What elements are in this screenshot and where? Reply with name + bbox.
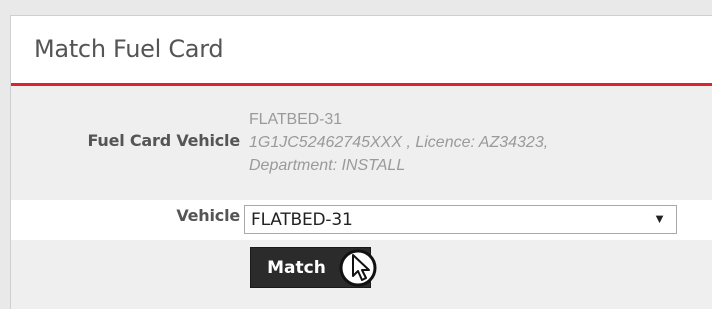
chevron-down-icon: ▼ [653,211,666,226]
fuel-card-vehicle-detail-1: 1G1JC52462745XXX , Licence: AZ34323, [249,134,549,151]
fuel-card-vehicle-name: FLATBED-31 [249,111,342,128]
fuel-card-vehicle-detail-2: Department: INSTALL [249,157,406,174]
fuel-card-vehicle-value: FLATBED-31 1G1JC52462745XXX , Licence: A… [249,108,548,177]
panel-header: Match Fuel Card [11,16,712,86]
match-button[interactable]: Match [250,247,371,288]
match-button-label: Match [267,257,326,278]
vehicle-select[interactable]: FLATBED-31 ▼ [244,205,677,234]
vehicle-label: Vehicle [176,206,240,225]
vehicle-select-value: FLATBED-31 [251,210,353,230]
match-fuel-card-panel: Match Fuel Card Fuel Card Vehicle FLATBE… [10,15,712,309]
fuel-card-vehicle-label: Fuel Card Vehicle [87,131,240,150]
form-body: Fuel Card Vehicle FLATBED-31 1G1JC524627… [11,86,712,309]
vehicle-row: Vehicle FLATBED-31 ▼ [11,200,712,240]
panel-title: Match Fuel Card [34,35,224,63]
